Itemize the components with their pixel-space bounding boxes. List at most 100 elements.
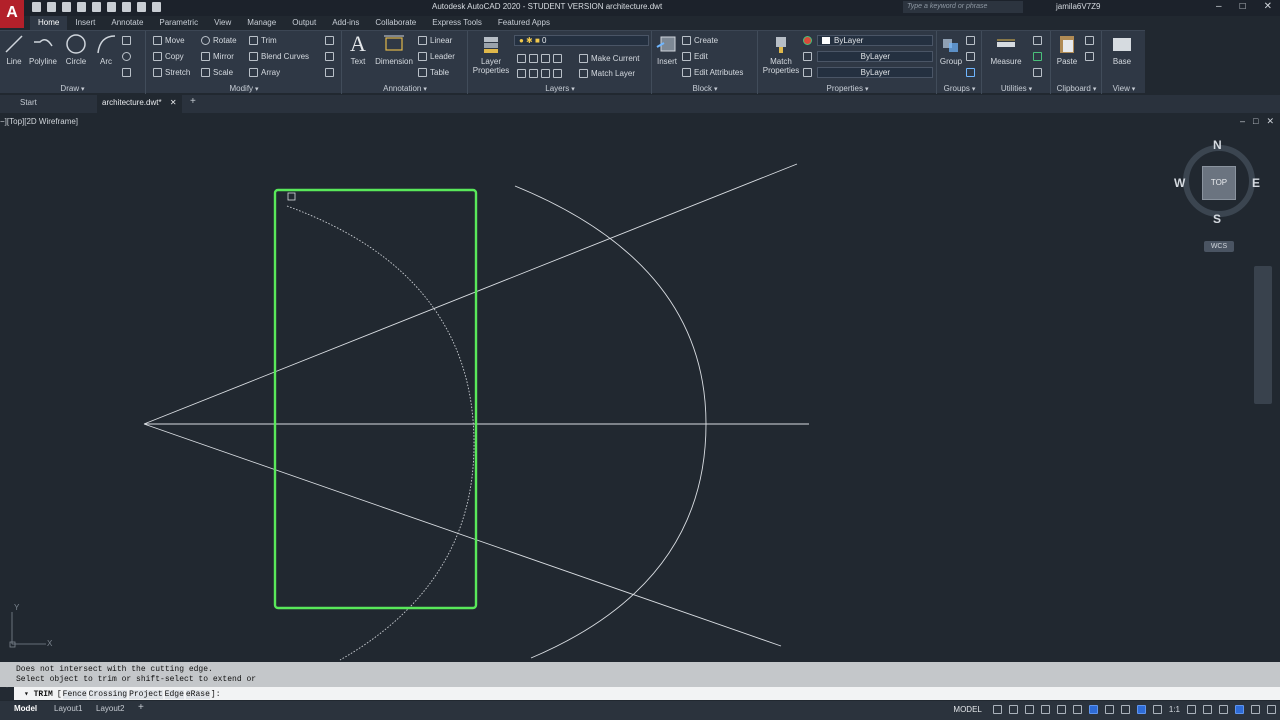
copy-button[interactable]: Copy bbox=[153, 50, 184, 62]
tab-layout2[interactable]: Layout2 bbox=[96, 704, 124, 713]
viewcube-top-face[interactable]: TOP bbox=[1202, 166, 1236, 200]
outer-arc[interactable] bbox=[514, 185, 707, 659]
new-tab-button[interactable]: + bbox=[190, 96, 196, 107]
autocad-logo-icon[interactable]: A bbox=[0, 0, 24, 28]
tab-annotate[interactable]: Annotate bbox=[103, 16, 151, 30]
clean-screen-icon[interactable] bbox=[1251, 705, 1260, 714]
grip-square[interactable] bbox=[287, 192, 296, 201]
construction-line-lower[interactable] bbox=[143, 423, 782, 647]
drawing-canvas[interactable]: Y X bbox=[0, 114, 1280, 662]
match-layer-button[interactable]: Match Layer bbox=[579, 67, 635, 79]
color-wheel-icon[interactable] bbox=[803, 34, 812, 46]
command-line[interactable]: ▾ TRIM [Fence Crossing Project Edge eRase]: bbox=[14, 687, 1280, 700]
minimize-button[interactable]: – bbox=[1216, 1, 1222, 12]
rectangle-icon[interactable] bbox=[122, 34, 131, 46]
modify-panel-title[interactable]: Modify bbox=[147, 84, 341, 93]
insert-button[interactable]: Insert bbox=[655, 33, 679, 66]
dimension-button[interactable]: Dimension bbox=[374, 33, 414, 66]
model-space-toggle[interactable]: MODEL bbox=[953, 705, 981, 714]
table-button[interactable]: Table bbox=[418, 66, 449, 78]
stretch-button[interactable]: Stretch bbox=[153, 66, 190, 78]
save-as-icon[interactable] bbox=[77, 2, 86, 12]
tab-add-ins[interactable]: Add-ins bbox=[324, 16, 367, 30]
layer-tools-row-1[interactable] bbox=[517, 52, 562, 64]
trim-button[interactable]: Trim bbox=[249, 34, 277, 46]
group-select-icon[interactable] bbox=[966, 66, 975, 78]
measure-button[interactable]: Measure bbox=[989, 33, 1023, 66]
table-draw-icon[interactable] bbox=[122, 66, 131, 78]
close-button[interactable]: ✕ bbox=[1264, 1, 1272, 12]
polar-icon[interactable] bbox=[1040, 705, 1050, 714]
copy-clip-icon[interactable] bbox=[1085, 50, 1094, 62]
explode-icon[interactable] bbox=[325, 50, 334, 62]
circle-button[interactable]: Circle bbox=[63, 33, 89, 66]
tab-home[interactable]: Home bbox=[30, 16, 68, 30]
calculator-icon[interactable] bbox=[1033, 34, 1042, 46]
grid-icon[interactable] bbox=[992, 705, 1002, 714]
block-panel-title[interactable]: Block bbox=[653, 84, 757, 93]
quick-select-icon[interactable] bbox=[1033, 50, 1042, 62]
rotate-button[interactable]: Rotate bbox=[201, 34, 237, 46]
edit-block-button[interactable]: Edit bbox=[682, 50, 708, 62]
tab-insert[interactable]: Insert bbox=[67, 16, 103, 30]
construction-line-upper[interactable] bbox=[143, 163, 798, 425]
hatch-icon[interactable] bbox=[122, 50, 131, 62]
tab-manage[interactable]: Manage bbox=[239, 16, 284, 30]
annotation-panel-title[interactable]: Annotation bbox=[343, 84, 467, 93]
scale-button[interactable]: Scale bbox=[201, 66, 233, 78]
cut-icon[interactable] bbox=[1085, 34, 1094, 46]
layer-dropdown[interactable]: ● ✱ ■ 0 bbox=[514, 35, 649, 46]
wcs-menu[interactable]: WCS bbox=[1204, 241, 1234, 252]
tab-view[interactable]: View bbox=[206, 16, 239, 30]
annotation-monitor-icon[interactable] bbox=[1203, 705, 1212, 714]
base-view-button[interactable]: Base bbox=[1109, 33, 1135, 66]
option-fence[interactable]: Fence bbox=[62, 690, 87, 699]
add-layout-button[interactable]: + bbox=[138, 702, 144, 713]
user-account[interactable]: jamila6V7Z9 bbox=[1056, 2, 1100, 11]
ungroup-icon[interactable] bbox=[966, 34, 975, 46]
tab-model[interactable]: Model bbox=[14, 704, 37, 713]
undo-icon[interactable] bbox=[137, 2, 146, 12]
layer-properties-button[interactable]: Layer Properties bbox=[471, 33, 511, 75]
linetype-icon[interactable] bbox=[803, 50, 812, 62]
view-panel-title[interactable]: View bbox=[1103, 84, 1145, 93]
object-snap-icon[interactable] bbox=[1088, 705, 1098, 714]
annotation-scale[interactable]: 1:1 bbox=[1169, 705, 1180, 714]
workspace-gear-icon[interactable] bbox=[1187, 705, 1196, 714]
arc-button[interactable]: Arc bbox=[94, 33, 118, 66]
group-button[interactable]: Group bbox=[939, 33, 963, 66]
search-input[interactable]: Type a keyword or phrase bbox=[903, 1, 1023, 13]
mirror-button[interactable]: Mirror bbox=[201, 50, 234, 62]
make-current-button[interactable]: Make Current bbox=[579, 52, 639, 64]
option-erase[interactable]: eRase bbox=[185, 690, 210, 699]
hardware-acceleration-icon[interactable] bbox=[1235, 705, 1244, 714]
save-icon[interactable] bbox=[62, 2, 71, 12]
customization-menu-icon[interactable] bbox=[1267, 705, 1276, 714]
array-button[interactable]: Array bbox=[249, 66, 280, 78]
navigation-bar[interactable] bbox=[1254, 266, 1272, 404]
utilities-panel-title[interactable]: Utilities bbox=[983, 84, 1050, 93]
new-file-icon[interactable] bbox=[32, 2, 41, 12]
layers-panel-title[interactable]: Layers bbox=[469, 84, 651, 93]
lineweight-display-icon[interactable] bbox=[1104, 705, 1114, 714]
lineweight-dropdown[interactable]: ByLayer bbox=[817, 67, 933, 78]
tab-featured-apps[interactable]: Featured Apps bbox=[490, 16, 558, 30]
linetype-dropdown[interactable]: ByLayer bbox=[817, 51, 933, 62]
id-point-icon[interactable] bbox=[1033, 66, 1042, 78]
tab-express-tools[interactable]: Express Tools bbox=[424, 16, 490, 30]
tab-architecture-dwt[interactable]: architecture.dwt* ✕ bbox=[97, 95, 182, 113]
match-properties-button[interactable]: Match Properties bbox=[761, 33, 801, 75]
line-button[interactable]: Line bbox=[3, 33, 25, 66]
plot-icon[interactable] bbox=[122, 2, 131, 12]
paste-button[interactable]: Paste bbox=[1055, 33, 1079, 66]
annotation-visibility-icon[interactable] bbox=[1136, 705, 1146, 714]
redo-icon[interactable] bbox=[152, 2, 161, 12]
polyline-button[interactable]: Polyline bbox=[27, 33, 59, 66]
cloud-open-icon[interactable] bbox=[92, 2, 101, 12]
erase-icon[interactable] bbox=[325, 34, 334, 46]
blend-curves-button[interactable]: Blend Curves bbox=[249, 50, 309, 62]
create-block-button[interactable]: Create bbox=[682, 34, 718, 46]
lineweight-icon[interactable] bbox=[803, 66, 812, 78]
isolate-objects-icon[interactable] bbox=[1219, 705, 1228, 714]
tab-output[interactable]: Output bbox=[284, 16, 324, 30]
